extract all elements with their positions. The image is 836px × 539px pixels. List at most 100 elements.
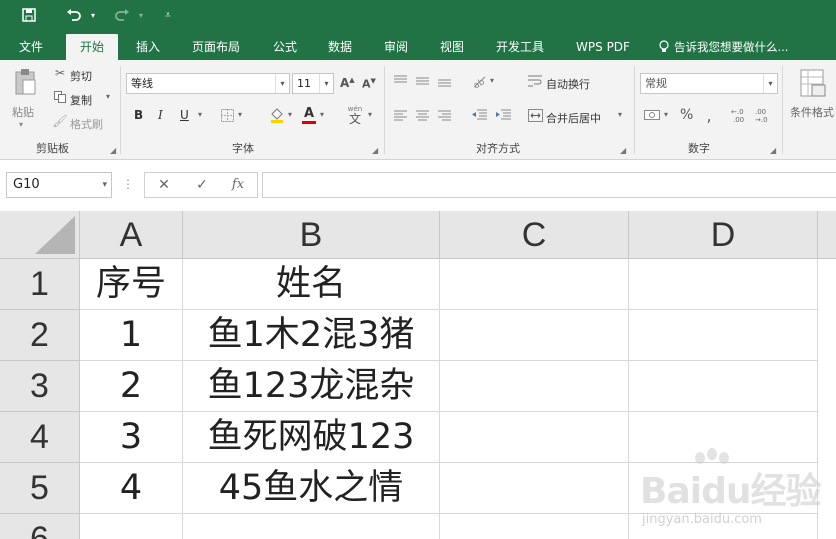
fill-color-icon[interactable] [268, 106, 286, 124]
wrap-text-button[interactable]: 自动换行 [546, 76, 590, 92]
accounting-format-icon[interactable] [642, 106, 662, 124]
formula-bar-splitter-icon[interactable]: ⋮ [122, 177, 134, 191]
cell-b1[interactable]: 姓名 [183, 259, 440, 310]
cell-c4[interactable] [440, 412, 629, 463]
tab-page-layout[interactable]: 页面布局 [182, 34, 250, 60]
cell-c1[interactable] [440, 259, 629, 310]
merge-center-button[interactable]: 合并后居中 [546, 110, 601, 126]
align-bottom-icon[interactable] [436, 72, 452, 90]
cell-d3[interactable] [629, 361, 818, 412]
cell-b6[interactable] [183, 514, 440, 539]
column-header-e[interactable] [818, 211, 836, 259]
redo-icon[interactable] [110, 0, 134, 30]
accounting-dropdown-icon[interactable]: ▾ [664, 110, 668, 119]
format-painter-button[interactable]: 格式刷 [70, 116, 103, 132]
align-middle-icon[interactable] [414, 72, 430, 90]
tab-formulas[interactable]: 公式 [260, 34, 310, 60]
row-header-6[interactable]: 6 [0, 514, 80, 539]
number-format-select[interactable]: 常规 ▾ [640, 73, 778, 94]
comma-style-icon[interactable]: , [700, 106, 718, 125]
borders-dropdown-icon[interactable]: ▾ [238, 110, 242, 119]
orientation-dropdown-icon[interactable]: ▾ [490, 76, 494, 85]
increase-indent-icon[interactable] [494, 106, 512, 124]
tab-view[interactable]: 视图 [428, 34, 476, 60]
copy-dropdown-icon[interactable]: ▾ [106, 92, 110, 101]
font-color-icon[interactable]: A [300, 105, 318, 125]
orientation-icon[interactable]: ab [470, 72, 488, 90]
font-size-select[interactable]: 11 ▾ [292, 73, 334, 94]
tab-file[interactable]: 文件 [8, 34, 54, 60]
chevron-down-icon[interactable]: ▾ [102, 173, 107, 197]
alignment-launcher-icon[interactable]: ◢ [620, 146, 626, 155]
merge-dropdown-icon[interactable]: ▾ [618, 110, 622, 119]
row-header-3[interactable]: 3 [0, 361, 80, 412]
cell-b3[interactable]: 鱼123龙混杂 [183, 361, 440, 412]
copy-button[interactable]: 复制 [70, 92, 92, 108]
save-icon[interactable] [18, 0, 40, 30]
insert-function-icon[interactable]: fx [223, 173, 253, 197]
align-right-icon[interactable] [436, 106, 452, 124]
decrease-indent-icon[interactable] [470, 106, 488, 124]
select-all-button[interactable] [0, 211, 80, 259]
merge-center-icon[interactable] [526, 106, 544, 124]
scissors-icon[interactable]: ✂ [52, 65, 68, 81]
row-header-5[interactable]: 5 [0, 463, 80, 514]
phonetic-guide-icon[interactable]: wén 文 [344, 104, 366, 126]
formula-input[interactable] [262, 172, 836, 198]
underline-button[interactable]: U [180, 108, 189, 122]
increase-font-icon[interactable]: A▲ [340, 76, 355, 90]
tab-review[interactable]: 审阅 [372, 34, 420, 60]
font-color-dropdown-icon[interactable]: ▾ [320, 110, 324, 119]
conditional-formatting-button[interactable]: 条件格式 [790, 104, 834, 120]
tab-developer[interactable]: 开发工具 [484, 34, 556, 60]
cell-c6[interactable] [440, 514, 629, 539]
cell-b4[interactable]: 鱼死网破123 [183, 412, 440, 463]
wrap-text-icon[interactable] [526, 72, 544, 90]
font-launcher-icon[interactable]: ◢ [372, 146, 378, 155]
row-header-4[interactable]: 4 [0, 412, 80, 463]
undo-icon[interactable] [62, 0, 86, 30]
paste-icon[interactable] [10, 66, 40, 98]
tell-me-box[interactable]: 告诉我您想要做什么... [674, 34, 814, 60]
format-painter-icon[interactable]: 🖌 [52, 113, 68, 129]
undo-dropdown-icon[interactable]: ▾ [88, 0, 98, 30]
phonetic-dropdown-icon[interactable]: ▾ [368, 110, 372, 119]
tab-insert[interactable]: 插入 [124, 34, 172, 60]
column-header-a[interactable]: A [80, 211, 183, 259]
conditional-formatting-icon[interactable] [798, 66, 828, 100]
column-header-b[interactable]: B [183, 211, 440, 259]
underline-dropdown-icon[interactable]: ▾ [198, 110, 202, 119]
name-box[interactable]: G10 ▾ [6, 172, 112, 198]
decrease-font-icon[interactable]: A▼ [362, 77, 376, 91]
enter-icon[interactable]: ✓ [187, 173, 217, 197]
percent-button[interactable]: % [680, 107, 693, 123]
italic-button[interactable]: I [158, 108, 163, 122]
cell-a6[interactable] [80, 514, 183, 539]
column-header-c[interactable]: C [440, 211, 629, 259]
cell-c3[interactable] [440, 361, 629, 412]
increase-decimal-icon[interactable]: ←.0.00 [730, 105, 750, 125]
cell-a4[interactable]: 3 [80, 412, 183, 463]
cell-a2[interactable]: 1 [80, 310, 183, 361]
cell-d1[interactable] [629, 259, 818, 310]
copy-icon[interactable] [52, 89, 68, 105]
cell-b2[interactable]: 鱼1木2混3猪 [183, 310, 440, 361]
number-launcher-icon[interactable]: ◢ [770, 146, 776, 155]
tab-wps-pdf[interactable]: WPS PDF [566, 34, 640, 60]
cut-button[interactable]: 剪切 [70, 68, 92, 84]
paste-dropdown-icon[interactable]: ▾ [19, 120, 23, 129]
cell-b5[interactable]: 45鱼水之情 [183, 463, 440, 514]
cell-a1[interactable]: 序号 [80, 259, 183, 310]
align-center-icon[interactable] [414, 106, 430, 124]
cell-a3[interactable]: 2 [80, 361, 183, 412]
row-header-1[interactable]: 1 [0, 259, 80, 310]
cell-c2[interactable] [440, 310, 629, 361]
borders-icon[interactable] [218, 106, 236, 124]
paste-label[interactable]: 粘贴 [12, 104, 34, 120]
align-top-icon[interactable] [392, 72, 408, 90]
cancel-icon[interactable]: ✕ [149, 173, 179, 197]
customize-icon[interactable]: ⩡ [160, 0, 176, 30]
fill-color-dropdown-icon[interactable]: ▾ [288, 110, 292, 119]
redo-dropdown-icon[interactable]: ▾ [136, 0, 146, 30]
cell-a5[interactable]: 4 [80, 463, 183, 514]
